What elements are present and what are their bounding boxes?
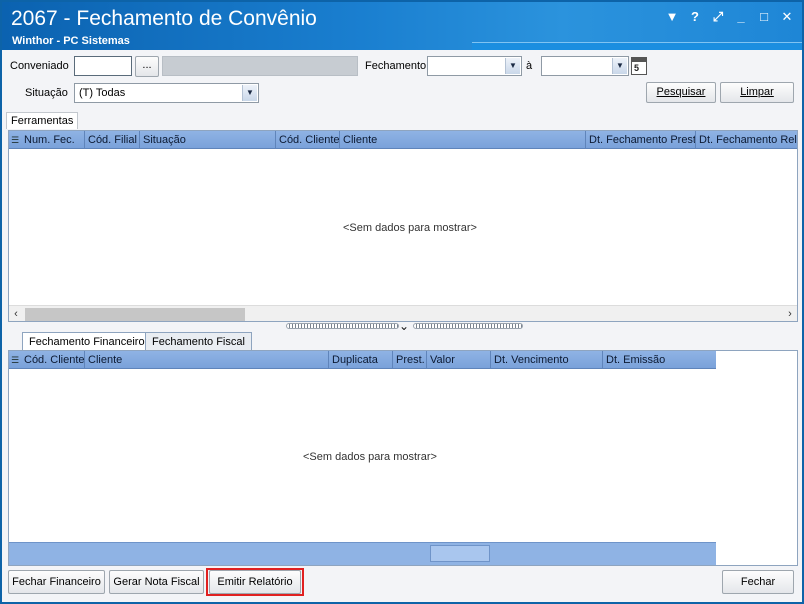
- scroll-right-icon[interactable]: ›: [783, 306, 797, 322]
- col-dt-fechamento-rel[interactable]: Dt. Fechamento Rel.: [696, 131, 797, 149]
- col-cliente[interactable]: Cliente: [85, 351, 329, 369]
- situacao-label: Situação: [25, 87, 68, 99]
- col-cliente[interactable]: Cliente: [340, 131, 586, 149]
- col-dt-vencimento[interactable]: Dt. Vencimento: [491, 351, 603, 369]
- chevron-down-icon[interactable]: ▼: [505, 58, 520, 74]
- menu-dropdown-icon[interactable]: ▼: [665, 9, 679, 25]
- empty-message: <Sem dados para mostrar>: [343, 222, 477, 234]
- col-cod-filial[interactable]: Cód. Filial: [85, 131, 140, 149]
- chevron-down-icon[interactable]: ▼: [612, 58, 627, 74]
- col-dt-emissao[interactable]: Dt. Emissão: [603, 351, 716, 369]
- title-accent-bar: [472, 42, 802, 50]
- situacao-value: (T) Todas: [79, 87, 126, 99]
- fechamentos-grid[interactable]: ☰ Num. Fec. Cód. Filial Situação Cód. Cl…: [8, 130, 798, 322]
- fechamento-label: Fechamento: [365, 60, 427, 72]
- fechamento-to-date[interactable]: ▼: [541, 56, 629, 76]
- chevron-down-icon[interactable]: ▼: [242, 85, 257, 101]
- ferramentas-tab[interactable]: Ferramentas: [6, 112, 79, 129]
- close-icon[interactable]: ✕: [780, 9, 794, 25]
- col-cod-cliente[interactable]: Cód. Cliente: [276, 131, 340, 149]
- fechar-financeiro-label: Fechar Financeiro: [12, 576, 101, 588]
- minimize-icon[interactable]: _: [734, 9, 748, 25]
- col-duplicata[interactable]: Duplicata: [329, 351, 393, 369]
- titulos-grid[interactable]: ☰ Cód. Cliente Cliente Duplicata Prest. …: [8, 350, 798, 566]
- resize-icon[interactable]: ⤢: [711, 9, 725, 25]
- help-icon[interactable]: ?: [688, 9, 702, 25]
- maximize-icon[interactable]: □: [757, 9, 771, 25]
- filter-panel: Conveniado ... Fechamento ▼ à ▼ 5 Situaç…: [6, 52, 798, 110]
- conveniado-label: Conveniado: [10, 60, 69, 72]
- fechar-label: Fechar: [740, 576, 776, 588]
- situacao-select[interactable]: (T) Todas ▼: [74, 83, 259, 103]
- gerar-nota-fiscal-button[interactable]: Gerar Nota Fiscal: [109, 570, 204, 594]
- fechar-financeiro-button[interactable]: Fechar Financeiro: [8, 570, 105, 594]
- window-title: 2067 - Fechamento de Convênio: [11, 7, 317, 30]
- emitir-relatorio-highlight: [206, 568, 304, 596]
- column-chooser-icon[interactable]: ☰: [11, 355, 19, 365]
- col-dt-fechamento-prest[interactable]: Dt. Fechamento Prest: [586, 131, 696, 149]
- empty-message: <Sem dados para mostrar>: [303, 451, 437, 463]
- scroll-left-icon[interactable]: ‹: [9, 306, 23, 322]
- grid-footer-summary: [9, 542, 716, 565]
- splitter-grip-left[interactable]: [286, 323, 399, 329]
- conveniado-code-input[interactable]: [74, 56, 132, 76]
- col-num-fec[interactable]: Num. Fec.: [21, 131, 85, 149]
- gerar-nota-fiscal-label: Gerar Nota Fiscal: [113, 576, 200, 588]
- window-subtitle: Winthor - PC Sistemas: [12, 35, 130, 47]
- ate-label: à: [526, 60, 533, 72]
- fechar-button[interactable]: Fechar: [722, 570, 794, 594]
- conveniado-name-field: [162, 56, 358, 76]
- col-valor[interactable]: Valor: [427, 351, 491, 369]
- panel-splitter[interactable]: ⌄: [6, 319, 798, 333]
- tab-fechamento-fiscal[interactable]: Fechamento Fiscal: [145, 332, 252, 351]
- fechamentos-grid-header: ☰ Num. Fec. Cód. Filial Situação Cód. Cl…: [9, 131, 797, 149]
- titulos-grid-header: ☰ Cód. Cliente Cliente Duplicata Prest. …: [9, 351, 716, 369]
- col-situacao[interactable]: Situação: [140, 131, 276, 149]
- scrollbar-thumb[interactable]: [25, 308, 245, 321]
- fechamento-from-date[interactable]: ▼: [427, 56, 522, 76]
- pesquisar-label: Pesquisar: [656, 86, 706, 98]
- limpar-label: Limpar: [740, 86, 774, 98]
- conveniado-lookup-button[interactable]: ...: [135, 56, 159, 77]
- calendar-icon[interactable]: 5: [631, 57, 647, 75]
- window-controls: ▼ ? ⤢ _ □ ✕: [665, 9, 794, 25]
- footer-total-box: [430, 545, 490, 562]
- app-window: 2067 - Fechamento de Convênio Winthor - …: [0, 0, 804, 604]
- tab-fechamento-financeiro[interactable]: Fechamento Financeiro: [22, 332, 152, 352]
- col-cod-cliente[interactable]: Cód. Cliente: [21, 351, 85, 369]
- column-chooser-icon[interactable]: ☰: [11, 135, 19, 145]
- action-bar: Fechar Financeiro Gerar Nota Fiscal Emit…: [6, 568, 798, 598]
- detail-tabs: Fechamento Financeiro Fechamento Fiscal: [6, 332, 798, 352]
- col-prest[interactable]: Prest.: [393, 351, 427, 369]
- splitter-grip-right[interactable]: [413, 323, 523, 329]
- tools-strip: Ferramentas: [6, 112, 798, 130]
- collapse-chevron-icon[interactable]: ⌄: [399, 319, 409, 333]
- limpar-button[interactable]: Limpar: [720, 82, 794, 103]
- title-bar: 2067 - Fechamento de Convênio Winthor - …: [2, 2, 802, 50]
- pesquisar-button[interactable]: Pesquisar: [646, 82, 716, 103]
